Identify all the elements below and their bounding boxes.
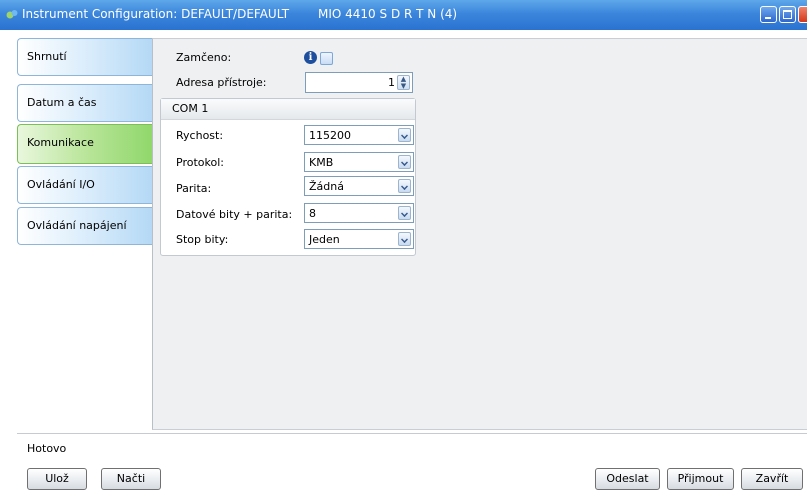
- title-bar: Instrument Configuration: DEFAULT/DEFAUL…: [0, 0, 807, 30]
- sidebar-item-io-control[interactable]: Ovládání I/O: [17, 166, 154, 204]
- sidebar-item-label: Komunikace: [27, 136, 94, 149]
- close-button[interactable]: Zavřít: [741, 468, 803, 490]
- maximize-button[interactable]: [779, 6, 796, 23]
- send-button[interactable]: Odeslat: [595, 468, 660, 490]
- baud-rate-select[interactable]: 115200: [304, 125, 414, 145]
- app-icon: [6, 10, 18, 19]
- locked-label: Zamčeno:: [176, 51, 232, 64]
- status-text: Hotovo: [27, 442, 67, 455]
- window-title: Instrument Configuration: DEFAULT/DEFAUL…: [22, 7, 290, 21]
- sidebar-item-label: Ovládání I/O: [27, 178, 95, 191]
- locked-checkbox[interactable]: [320, 52, 333, 65]
- chevron-down-icon[interactable]: [398, 206, 411, 220]
- chevron-down-icon[interactable]: [398, 128, 411, 142]
- baud-rate-label: Rychost:: [176, 129, 224, 142]
- info-icon[interactable]: i: [304, 51, 317, 64]
- close-window-button[interactable]: [798, 6, 807, 23]
- sidebar-item-power-control[interactable]: Ovládání napájení: [17, 207, 154, 245]
- sidebar-item-label: Datum a čas: [27, 96, 97, 109]
- data-bits-select[interactable]: 8: [304, 203, 414, 223]
- receive-button[interactable]: Přijmout: [667, 468, 734, 490]
- chevron-down-icon[interactable]: [398, 155, 411, 169]
- footer-divider: [17, 433, 807, 434]
- window-title-device: MIO 4410 S D R T N (4): [318, 7, 458, 21]
- load-button[interactable]: Načti: [101, 468, 161, 490]
- protocol-select[interactable]: KMB: [304, 152, 414, 172]
- com1-group-title: COM 1: [172, 102, 209, 115]
- address-label: Adresa přístroje:: [176, 76, 267, 89]
- sidebar-item-summary[interactable]: Shrnutí: [17, 38, 154, 76]
- protocol-value: KMB: [309, 156, 334, 169]
- sidebar-item-label: Ovládání napájení: [27, 219, 127, 232]
- save-button[interactable]: Ulož: [27, 468, 87, 490]
- parity-value: Žádná: [309, 180, 344, 193]
- sidebar-item-date-time[interactable]: Datum a čas: [17, 84, 154, 122]
- data-bits-value: 8: [309, 207, 316, 220]
- sidebar-item-label: Shrnutí: [27, 50, 67, 63]
- stop-bits-label: Stop bity:: [176, 233, 229, 246]
- address-spinner[interactable]: 1 ▲ ▼: [305, 72, 413, 93]
- parity-label: Parita:: [176, 182, 212, 195]
- parity-select[interactable]: Žádná: [304, 176, 414, 196]
- minimize-button[interactable]: [760, 6, 777, 23]
- baud-rate-value: 115200: [309, 129, 351, 142]
- chevron-down-icon[interactable]: [398, 232, 411, 246]
- com1-group-header: COM 1: [161, 99, 415, 120]
- data-bits-label: Datové bity + parita:: [176, 208, 293, 221]
- spinner-arrows-icon[interactable]: ▲ ▼: [397, 75, 410, 90]
- chevron-down-icon[interactable]: [398, 179, 411, 193]
- address-value: 1: [388, 76, 395, 89]
- stop-bits-value: Jeden: [309, 233, 340, 246]
- sidebar-item-communication[interactable]: Komunikace: [17, 124, 154, 164]
- protocol-label: Protokol:: [176, 156, 224, 169]
- stop-bits-select[interactable]: Jeden: [304, 229, 414, 249]
